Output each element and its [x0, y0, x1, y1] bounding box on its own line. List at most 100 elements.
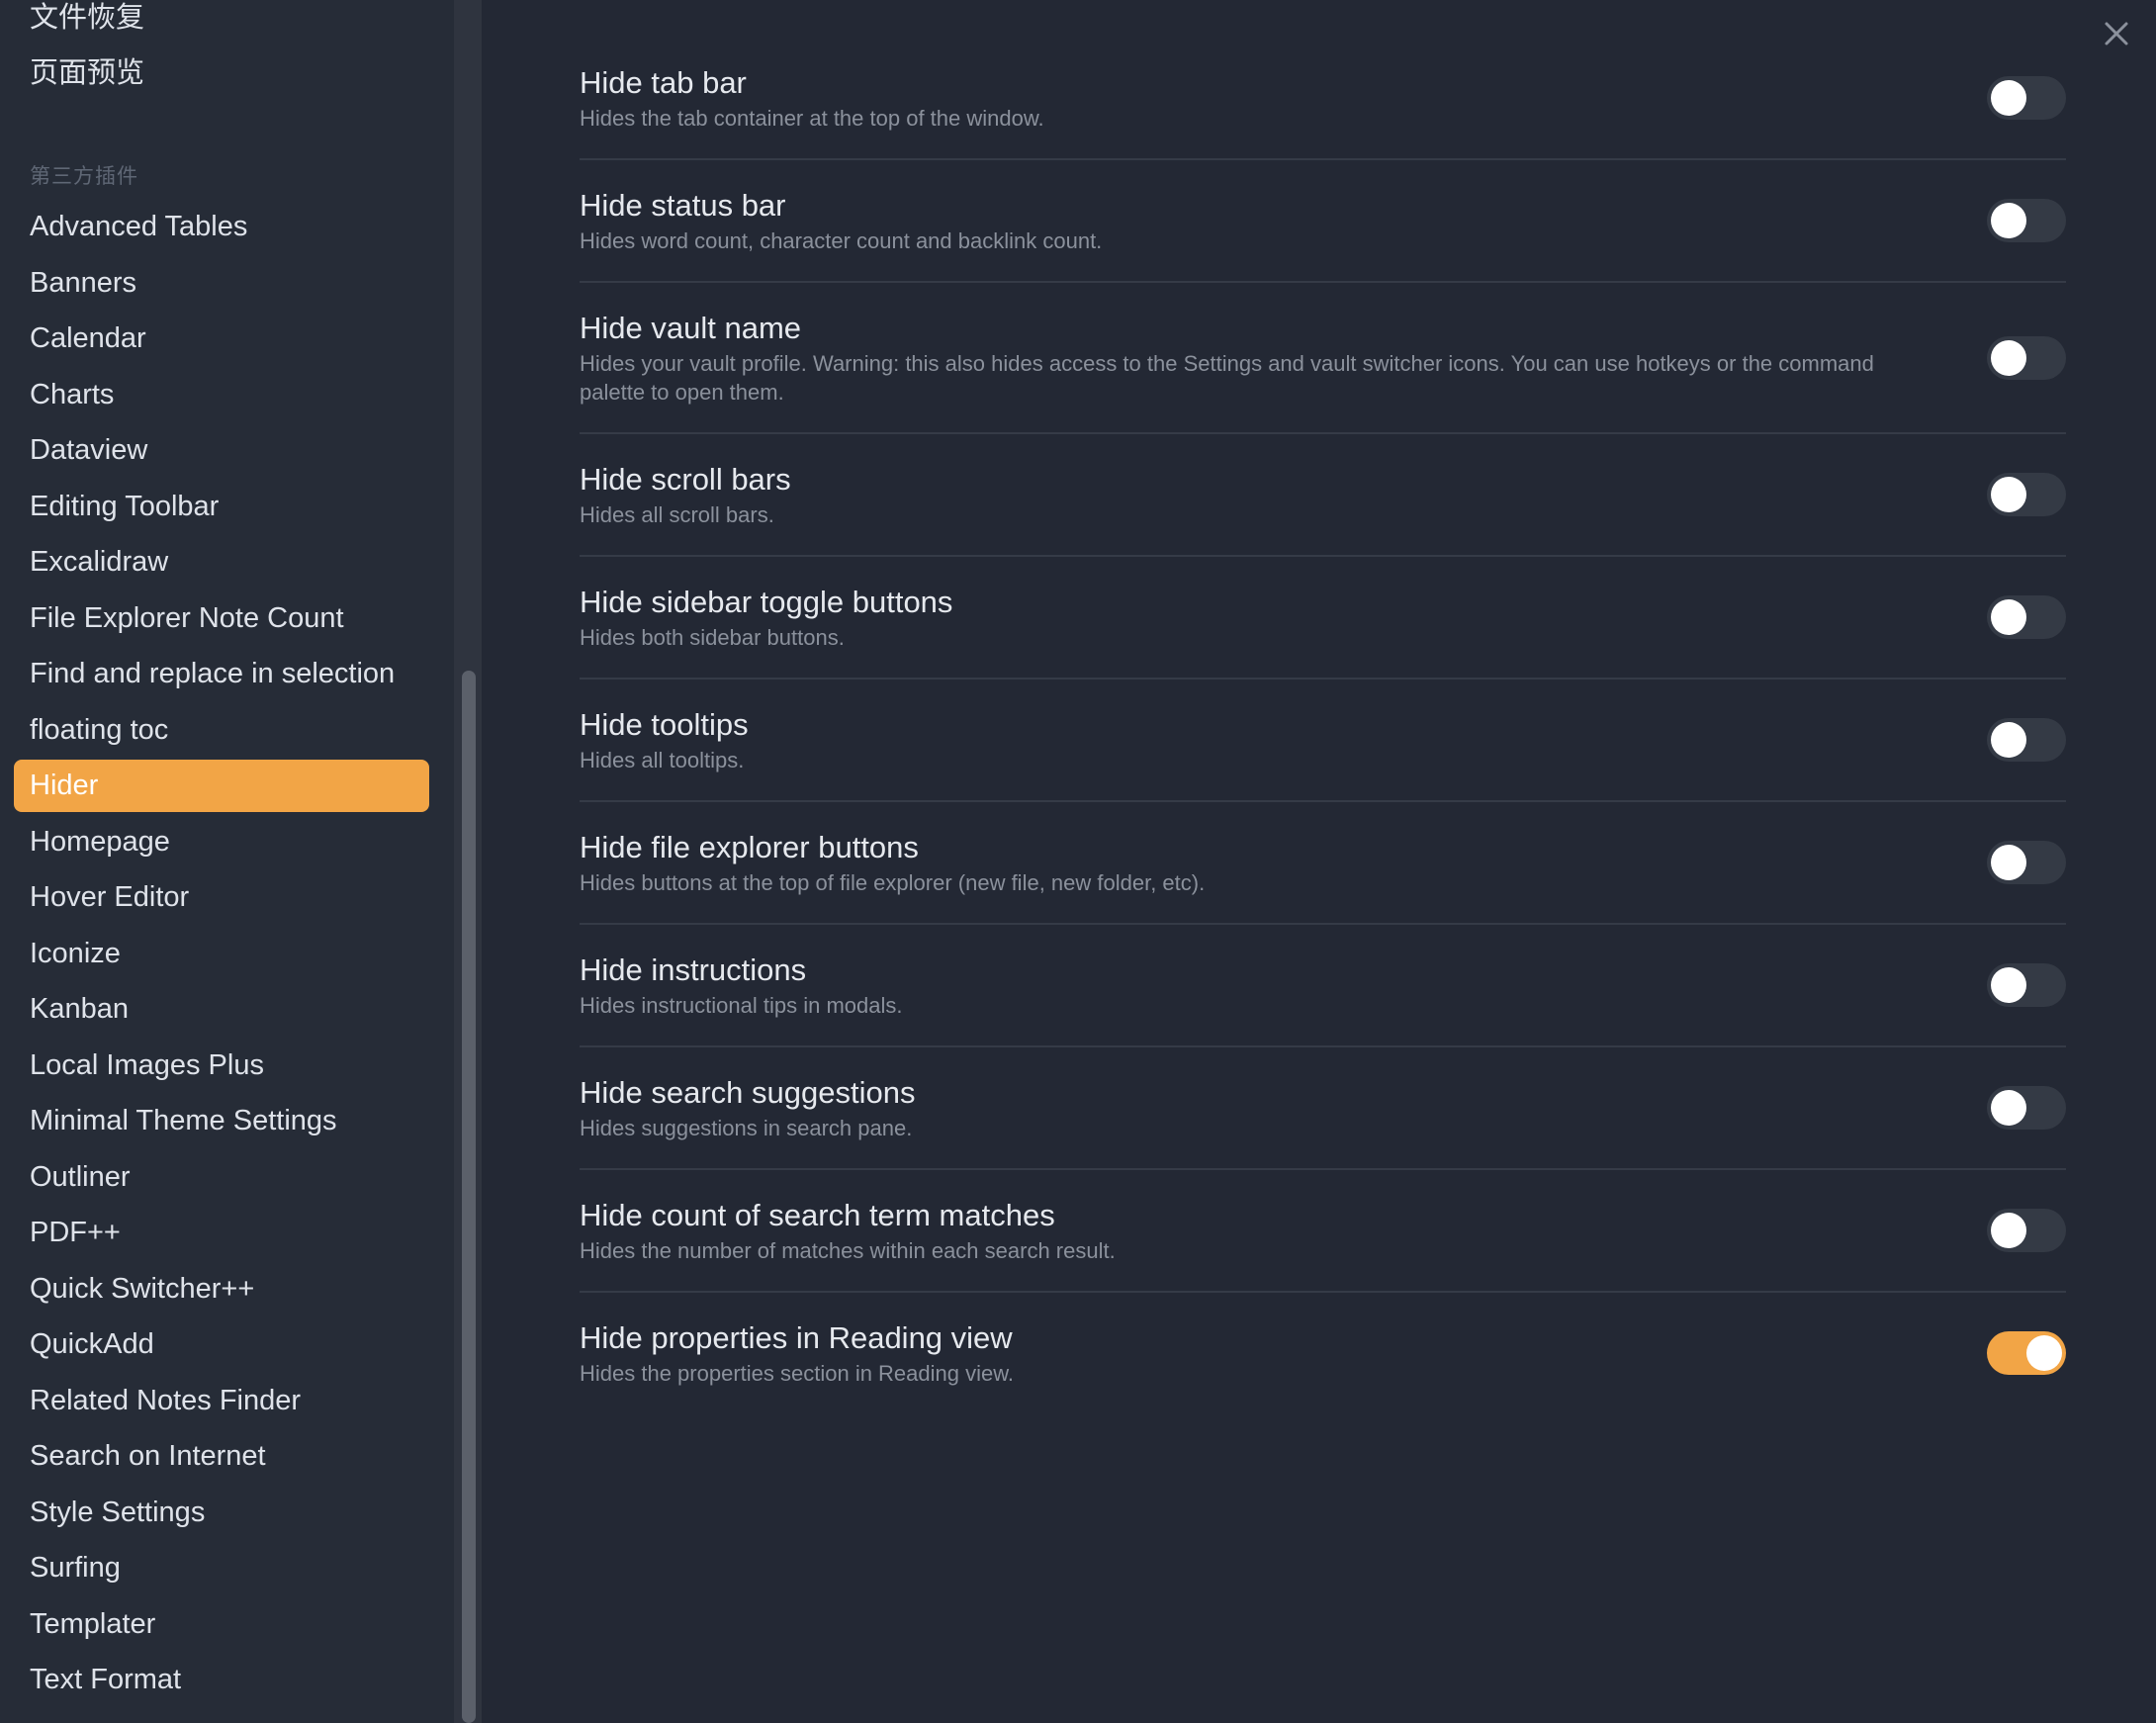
close-icon	[2105, 22, 2128, 45]
sidebar-item-outliner[interactable]: Outliner	[14, 1151, 429, 1204]
setting-name: Hide count of search term matches	[580, 1198, 1055, 1232]
setting-description: Hides all scroll bars.	[580, 502, 774, 527]
setting-info: Hide search suggestions Hides suggestion…	[580, 1074, 1925, 1142]
toggle-hide-scroll-bars[interactable]	[1987, 473, 2066, 516]
setting-description: Hides buttons at the top of file explore…	[580, 870, 1206, 895]
sidebar-item-kanban[interactable]: Kanban	[14, 983, 429, 1036]
setting-info: Hide instructions Hides instructional ti…	[580, 952, 1925, 1020]
toggle-hide-sidebar-toggle-buttons[interactable]	[1987, 595, 2066, 639]
sidebar-item-page-preview[interactable]: 页面预览	[30, 49, 144, 91]
sidebar-item-surfing[interactable]: Surfing	[14, 1542, 429, 1594]
setting-name: Hide instructions	[580, 952, 807, 987]
setting-name: Hide search suggestions	[580, 1075, 916, 1110]
sidebar-scrollbar[interactable]	[454, 0, 482, 1723]
setting-row-hide-sidebar-toggle-buttons: Hide sidebar toggle buttons Hides both s…	[580, 557, 2066, 680]
setting-name: Hide sidebar toggle buttons	[580, 585, 953, 619]
sidebar-item-quickadd[interactable]: QuickAdd	[14, 1318, 429, 1371]
setting-info: Hide file explorer buttons Hides buttons…	[580, 829, 1925, 897]
toggle-hide-instructions[interactable]	[1987, 963, 2066, 1007]
setting-row-hide-tab-bar: Hide tab bar Hides the tab container at …	[580, 38, 2066, 160]
setting-name: Hide tab bar	[580, 65, 747, 100]
setting-description: Hides both sidebar buttons.	[580, 625, 845, 650]
setting-info: Hide count of search term matches Hides …	[580, 1197, 1925, 1265]
toggle-hide-properties-reading-view[interactable]	[1987, 1331, 2066, 1375]
toggle-hide-status-bar[interactable]	[1987, 199, 2066, 242]
setting-description: Hides the properties section in Reading …	[580, 1361, 1015, 1386]
setting-row-hide-search-term-count: Hide count of search term matches Hides …	[580, 1170, 2066, 1293]
setting-row-hide-tooltips: Hide tooltips Hides all tooltips.	[580, 680, 2066, 802]
setting-row-hide-instructions: Hide instructions Hides instructional ti…	[580, 925, 2066, 1047]
setting-info: Hide scroll bars Hides all scroll bars.	[580, 461, 1925, 529]
setting-name: Hide vault name	[580, 311, 802, 345]
toggle-knob	[1991, 339, 2026, 376]
toggle-hide-tooltips[interactable]	[1987, 718, 2066, 762]
settings-window: 文件恢复 页面预览 第三方插件 Advanced Tables Banners …	[0, 0, 2156, 1723]
setting-description: Hides the number of matches within each …	[580, 1238, 1116, 1263]
setting-description: Hides the tab container at the top of th…	[580, 106, 1044, 131]
sidebar-item-related-notes-finder[interactable]: Related Notes Finder	[14, 1375, 429, 1427]
sidebar-item-banners[interactable]: Banners	[14, 257, 429, 310]
scrollbar-thumb[interactable]	[462, 671, 476, 1723]
toggle-knob	[1991, 599, 2026, 635]
sidebar-item-local-images-plus[interactable]: Local Images Plus	[14, 1040, 429, 1092]
close-button[interactable]	[2097, 14, 2136, 53]
sidebar-item-calendar[interactable]: Calendar	[14, 313, 429, 365]
toggle-hide-search-term-count[interactable]	[1987, 1209, 2066, 1252]
setting-row-hide-search-suggestions: Hide search suggestions Hides suggestion…	[580, 1047, 2066, 1170]
sidebar-item-homepage[interactable]: Homepage	[14, 816, 429, 868]
toggle-knob	[1991, 203, 2026, 238]
setting-description: Hides suggestions in search pane.	[580, 1116, 913, 1140]
sidebar-item-search-on-internet[interactable]: Search on Internet	[14, 1430, 429, 1483]
sidebar-item-pdf-plus-plus[interactable]: PDF++	[14, 1207, 429, 1259]
toggle-knob	[1991, 477, 2026, 512]
setting-row-hide-status-bar: Hide status bar Hides word count, charac…	[580, 160, 2066, 283]
toggle-hide-file-explorer-buttons[interactable]	[1987, 841, 2066, 884]
sidebar-item-excalidraw[interactable]: Excalidraw	[14, 536, 429, 589]
settings-sidebar: 文件恢复 页面预览 第三方插件 Advanced Tables Banners …	[0, 0, 454, 1723]
sidebar-item-hider[interactable]: Hider	[14, 760, 429, 812]
sidebar-item-style-settings[interactable]: Style Settings	[14, 1487, 429, 1539]
toggle-knob	[1991, 80, 2026, 116]
sidebar-item-iconize[interactable]: Iconize	[14, 928, 429, 980]
toggle-knob	[2026, 1335, 2062, 1371]
toggle-hide-search-suggestions[interactable]	[1987, 1086, 2066, 1130]
sidebar-item-file-recovery[interactable]: 文件恢复	[30, 0, 144, 36]
toggle-knob	[1991, 1213, 2026, 1248]
toggle-hide-tab-bar[interactable]	[1987, 76, 2066, 120]
sidebar-item-find-and-replace[interactable]: Find and replace in selection	[14, 648, 429, 700]
sidebar-item-file-explorer-note-count[interactable]: File Explorer Note Count	[14, 592, 429, 645]
toggle-knob	[1991, 722, 2026, 758]
sidebar-item-minimal-theme-settings[interactable]: Minimal Theme Settings	[14, 1095, 429, 1147]
setting-info: Hide properties in Reading view Hides th…	[580, 1319, 1925, 1388]
sidebar-item-charts[interactable]: Charts	[14, 369, 429, 421]
setting-info: Hide status bar Hides word count, charac…	[580, 187, 1925, 255]
setting-row-hide-properties-reading-view: Hide properties in Reading view Hides th…	[580, 1293, 2066, 1413]
setting-name: Hide file explorer buttons	[580, 830, 919, 864]
setting-name: Hide properties in Reading view	[580, 1320, 1013, 1355]
settings-content: Hide tab bar Hides the tab container at …	[482, 0, 2156, 1723]
setting-info: Hide tooltips Hides all tooltips.	[580, 706, 1925, 774]
setting-description: Hides all tooltips.	[580, 748, 745, 772]
setting-row-hide-file-explorer-buttons: Hide file explorer buttons Hides buttons…	[580, 802, 2066, 925]
toggle-knob	[1991, 1090, 2026, 1126]
setting-description: Hides your vault profile. Warning: this …	[580, 351, 1874, 405]
toggle-knob	[1991, 845, 2026, 880]
toggle-knob	[1991, 967, 2026, 1003]
setting-name: Hide tooltips	[580, 707, 749, 742]
settings-list: Hide tab bar Hides the tab container at …	[580, 38, 2066, 1413]
sidebar-item-quick-switcher[interactable]: Quick Switcher++	[14, 1263, 429, 1315]
plugin-list: Advanced Tables Banners Calendar Charts …	[14, 201, 429, 1710]
setting-description: Hides word count, character count and ba…	[580, 228, 1103, 253]
sidebar-item-editing-toolbar[interactable]: Editing Toolbar	[14, 481, 429, 533]
sidebar-item-advanced-tables[interactable]: Advanced Tables	[14, 201, 429, 253]
sidebar-item-dataview[interactable]: Dataview	[14, 424, 429, 477]
sidebar-item-templater[interactable]: Templater	[14, 1598, 429, 1651]
setting-row-hide-scroll-bars: Hide scroll bars Hides all scroll bars.	[580, 434, 2066, 557]
setting-info: Hide tab bar Hides the tab container at …	[580, 64, 1925, 133]
sidebar-section-heading: 第三方插件	[30, 165, 138, 188]
setting-name: Hide status bar	[580, 188, 786, 223]
sidebar-item-hover-editor[interactable]: Hover Editor	[14, 871, 429, 924]
toggle-hide-vault-name[interactable]	[1987, 335, 2066, 380]
sidebar-item-floating-toc[interactable]: floating toc	[14, 704, 429, 757]
sidebar-item-text-format[interactable]: Text Format	[14, 1654, 429, 1706]
